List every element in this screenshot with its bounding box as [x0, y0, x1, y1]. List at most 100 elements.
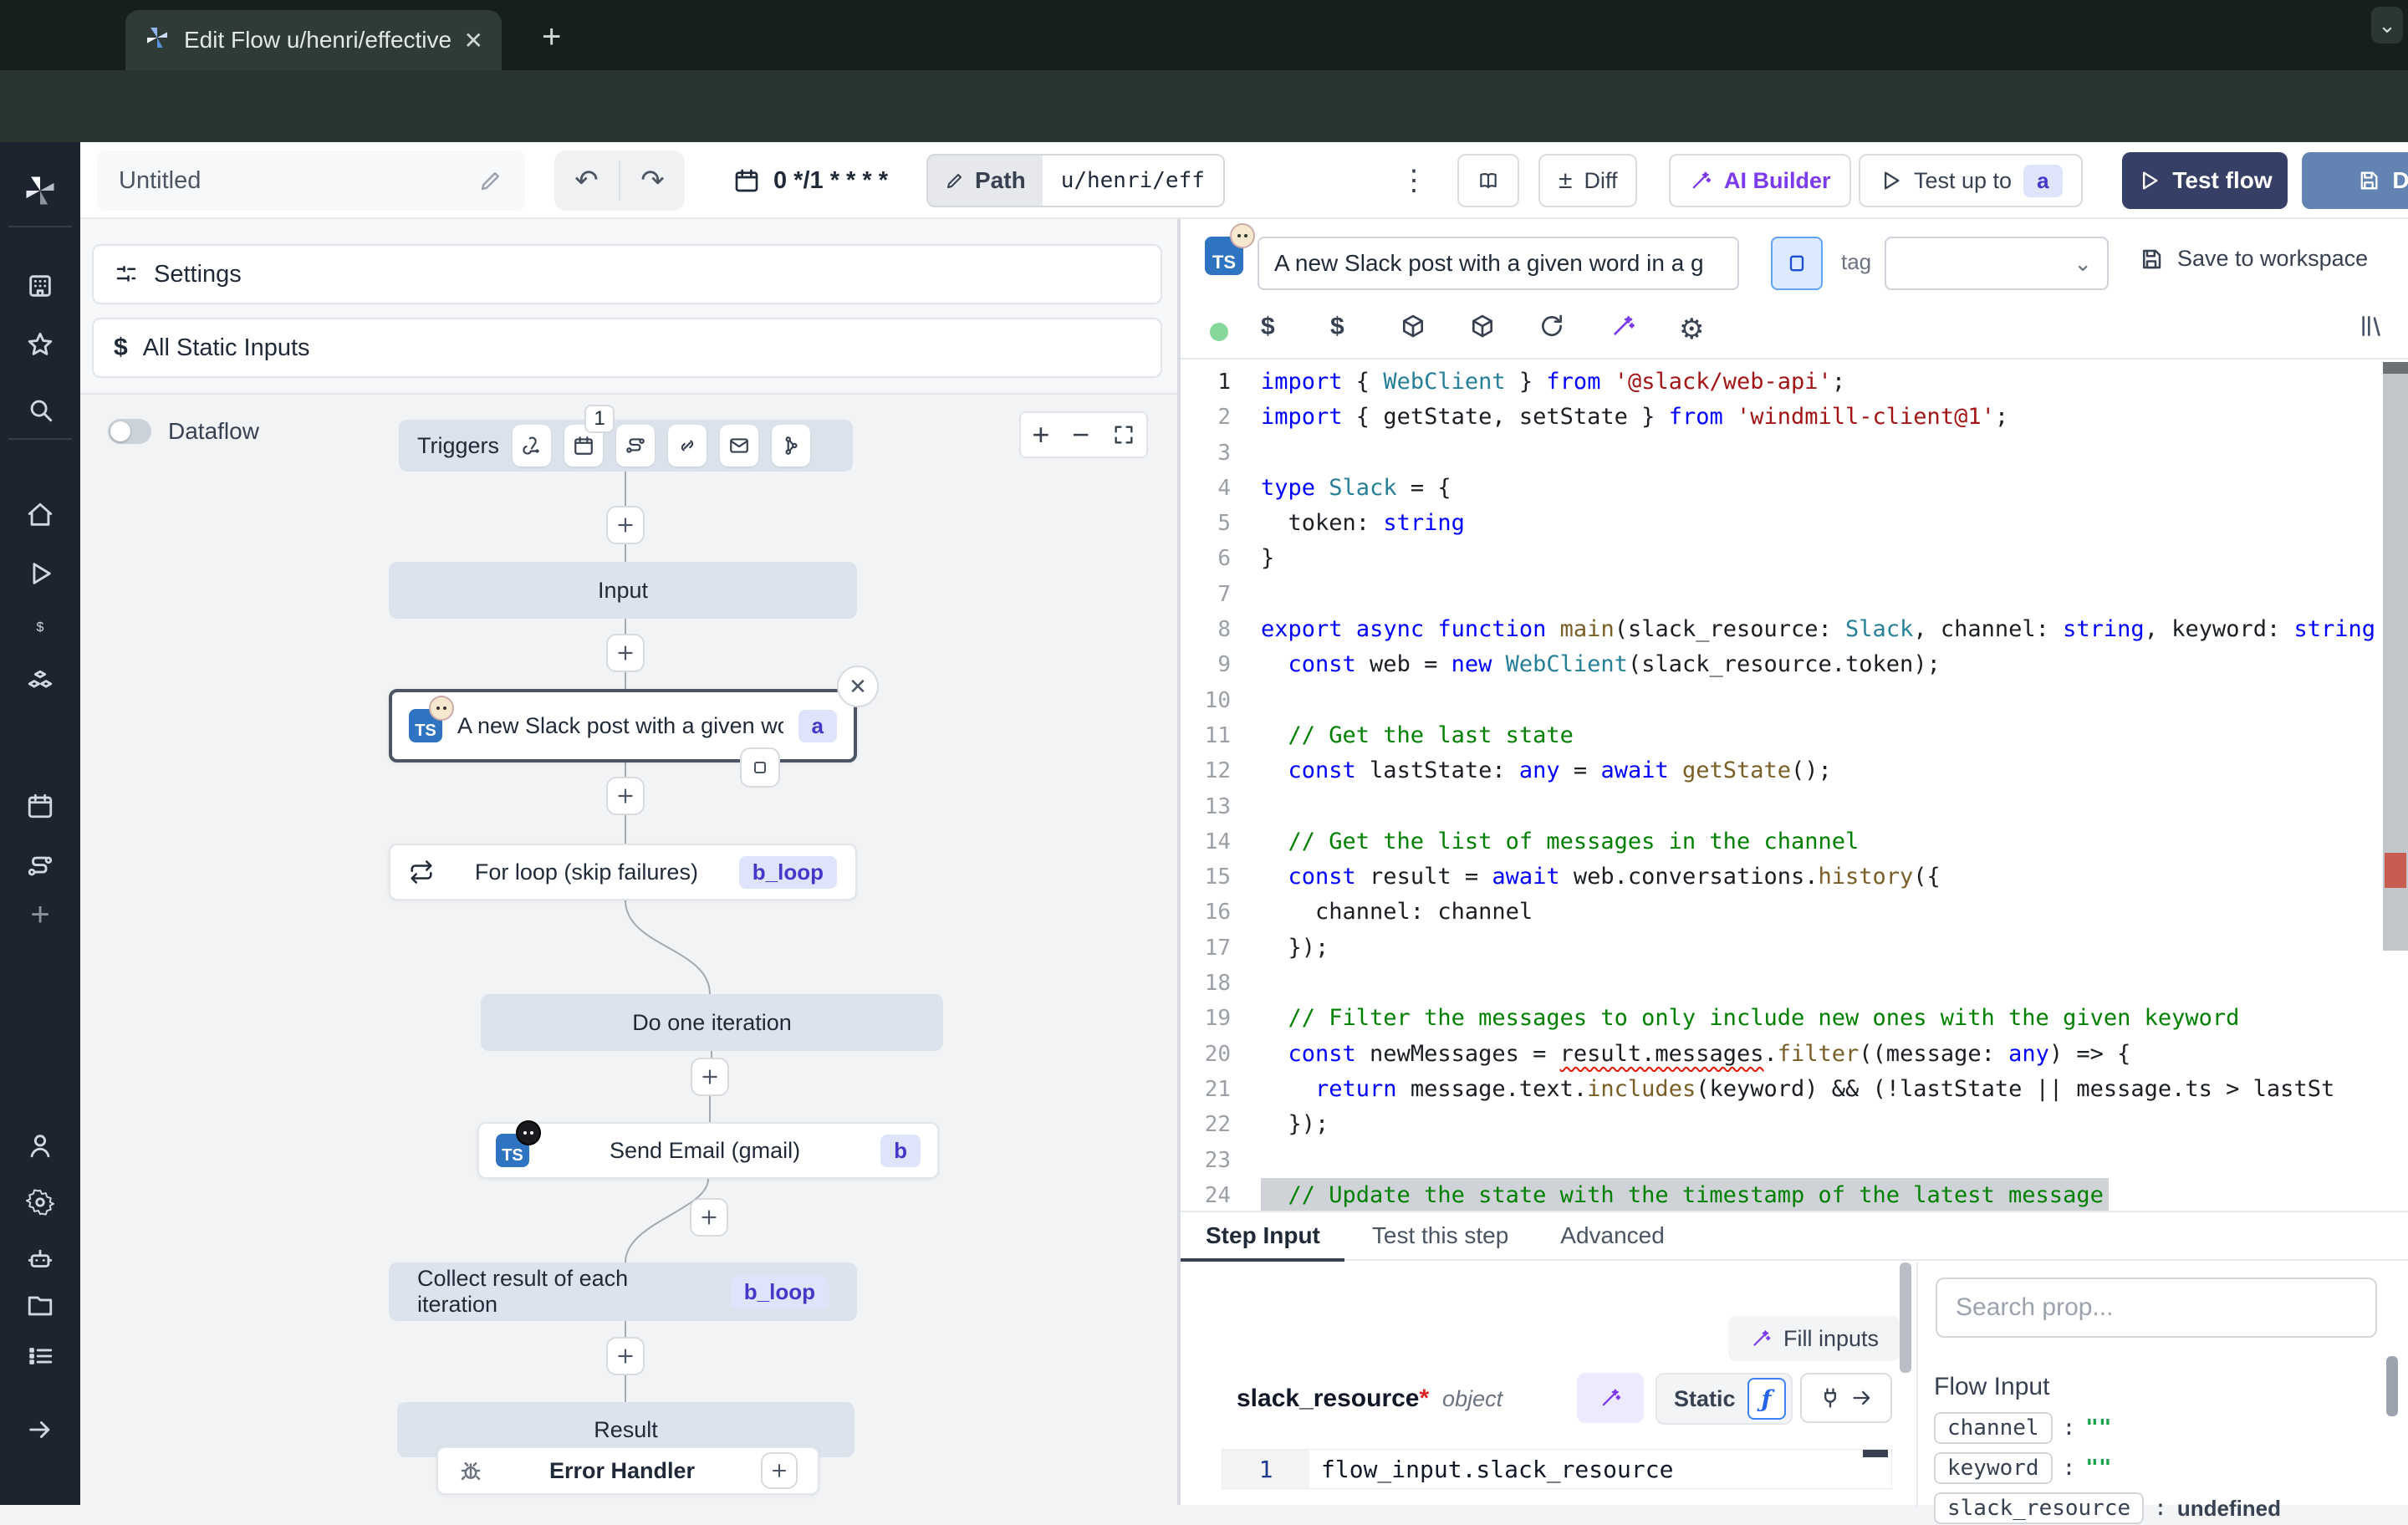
code-line[interactable]: 9 const web = new WebClient(slack_resour… — [1181, 647, 2408, 682]
code-line[interactable]: 2import { getState, setState } from 'win… — [1181, 400, 2408, 435]
add-step-button[interactable] — [606, 777, 645, 815]
stop-after-step-icon[interactable] — [740, 747, 780, 788]
code-line[interactable]: 22 }); — [1181, 1107, 2408, 1142]
windmill-logo-icon[interactable] — [0, 167, 80, 214]
email-trigger-icon[interactable] — [720, 425, 758, 467]
add-step-button[interactable] — [606, 1337, 645, 1375]
diff-button[interactable]: ± Diff — [1538, 154, 1637, 207]
fit-view-icon[interactable] — [1112, 423, 1135, 446]
tab-step-input[interactable]: Step Input — [1206, 1222, 1320, 1249]
add-error-handler-icon[interactable] — [761, 1452, 798, 1489]
step-mode-button[interactable] — [1771, 237, 1823, 290]
all-static-inputs-button[interactable]: $ All Static Inputs — [92, 318, 1162, 378]
sidebar-item-workspace[interactable] — [0, 263, 80, 309]
dataflow-toggle[interactable] — [108, 419, 151, 444]
sidebar-item-search[interactable] — [0, 386, 80, 433]
email-step-node[interactable]: TS Send Email (gmail) b — [477, 1122, 939, 1179]
prop-row[interactable]: keyword: "" — [1934, 1451, 2112, 1485]
code-line[interactable]: 10 — [1181, 683, 2408, 718]
code-line[interactable]: 5 token: string — [1181, 506, 2408, 541]
code-line[interactable]: 24 // Update the state with the timestam… — [1181, 1178, 2408, 1211]
add-step-button[interactable] — [606, 506, 645, 544]
static-toggle[interactable]: Static ƒ — [1656, 1373, 1793, 1425]
sidebar-item-variables[interactable]: $ — [0, 604, 80, 651]
add-step-button[interactable] — [690, 1198, 728, 1237]
ai-builder-button[interactable]: AI Builder — [1669, 154, 1851, 207]
add-step-button[interactable] — [691, 1058, 729, 1096]
triggers-node[interactable]: Triggers 1 — [399, 420, 853, 472]
draft-button[interactable]: Draft — [2302, 152, 2408, 209]
code-line[interactable]: 7 — [1181, 577, 2408, 612]
code-line[interactable]: 21 return message.text.includes(keyword)… — [1181, 1072, 2408, 1107]
code-editor[interactable]: 1import { WebClient } from '@slack/web-a… — [1181, 361, 2408, 1211]
search-prop-input[interactable]: Search prop... — [1936, 1278, 2377, 1338]
flow-name-field[interactable]: Untitled — [97, 150, 525, 211]
zoom-out-icon[interactable]: − — [1072, 417, 1089, 452]
sidebar-item-schedules[interactable] — [0, 783, 80, 829]
slack-step-node[interactable]: TS A new Slack post with a given wor... … — [389, 689, 857, 762]
sidebar-item-home[interactable] — [0, 492, 80, 538]
fill-inputs-button[interactable]: Fill inputs — [1728, 1316, 1900, 1361]
error-handler-node[interactable]: Error Handler — [436, 1446, 819, 1495]
webhook-trigger-icon[interactable] — [513, 425, 551, 467]
package-icon[interactable] — [1469, 313, 1496, 339]
browser-tab[interactable]: Edit Flow u/henri/effective_un ✕ — [125, 10, 502, 70]
ai-assist-icon[interactable] — [1610, 313, 1636, 339]
connect-input-button[interactable] — [1800, 1373, 1892, 1423]
code-line[interactable]: 11 // Get the last state — [1181, 718, 2408, 753]
code-line[interactable]: 18 — [1181, 966, 2408, 1001]
sidebar-item-folders[interactable] — [0, 1283, 80, 1329]
code-line[interactable]: 1import { WebClient } from '@slack/web-a… — [1181, 365, 2408, 400]
tag-select[interactable]: ⌄ — [1885, 237, 2109, 290]
code-line[interactable]: 14 // Get the list of messages in the ch… — [1181, 824, 2408, 859]
library-icon[interactable] — [2358, 313, 2385, 339]
help-link[interactable]: Help ⌄ — [1795, 1503, 1870, 1507]
sidebar-item-ai[interactable] — [0, 1236, 80, 1283]
code-line[interactable]: 4type Slack = { — [1181, 471, 2408, 506]
sidebar-item-runs[interactable] — [0, 550, 80, 597]
edit-pencil-icon[interactable] — [478, 168, 503, 193]
settings-button[interactable]: Settings — [92, 244, 1162, 304]
save-to-workspace-button[interactable]: Save to workspace — [2139, 246, 2368, 272]
tab-test-this-step[interactable]: Test this step — [1372, 1222, 1508, 1249]
schedule-trigger-icon[interactable]: 1 — [564, 425, 603, 467]
function-mode-icon[interactable]: ƒ — [1747, 1378, 1786, 1420]
sidebar-item-settings[interactable] — [0, 1179, 80, 1226]
code-line[interactable]: 6} — [1181, 541, 2408, 576]
prop-row[interactable]: channel: "" — [1934, 1411, 2112, 1445]
test-flow-button[interactable]: Test flow — [2122, 152, 2288, 209]
prop-row[interactable]: slack_resource: undefined — [1934, 1492, 2281, 1525]
code-line[interactable]: 23 — [1181, 1143, 2408, 1178]
ai-fill-button[interactable] — [1577, 1373, 1644, 1423]
code-line[interactable]: 20 const newMessages = result.messages.f… — [1181, 1037, 2408, 1072]
path-chip[interactable]: Path u/henri/eff — [926, 154, 1225, 207]
schedule-cron[interactable]: 0 */1 * * * * — [733, 154, 888, 207]
code-line[interactable]: 19 // Filter the messages to only includ… — [1181, 1001, 2408, 1036]
code-line[interactable]: 16 channel: channel — [1181, 895, 2408, 930]
sidebar-item-user[interactable] — [0, 1122, 80, 1169]
code-line[interactable]: 8export async function main(slack_resour… — [1181, 612, 2408, 647]
section-scrollbar[interactable] — [1900, 1262, 1911, 1373]
sidebar-item-resources[interactable] — [0, 659, 80, 706]
step-name-input[interactable]: A new Slack post with a given word in a … — [1258, 237, 1739, 290]
more-options-icon[interactable]: ⋮ — [1400, 164, 1428, 197]
kafka-trigger-icon[interactable] — [772, 425, 810, 467]
tab-advanced[interactable]: Advanced — [1560, 1222, 1665, 1249]
delete-step-icon[interactable]: ✕ — [837, 666, 879, 707]
variables-icon[interactable]: $ — [1261, 313, 1275, 341]
sidebar-expand-icon[interactable] — [0, 1406, 80, 1453]
tab-close-icon[interactable]: ✕ — [464, 27, 483, 54]
sidebar-item-routes[interactable] — [0, 843, 80, 890]
resources-icon[interactable]: $ — [1330, 313, 1344, 341]
code-line[interactable]: 12 const lastState: any = await getState… — [1181, 753, 2408, 788]
sidebar-item-add[interactable]: + — [0, 891, 80, 938]
undo-icon[interactable]: ↶ — [554, 164, 619, 197]
settings-gear-icon[interactable]: ⚙ — [1679, 313, 1704, 346]
test-up-to-button[interactable]: Test up to a — [1859, 154, 2083, 207]
collect-result-node[interactable]: Collect result of each iteration b_loop — [389, 1262, 857, 1321]
expression-editor[interactable]: 1 flow_input.slack_resource — [1222, 1449, 1892, 1489]
do-one-iteration-node[interactable]: Do one iteration — [481, 994, 943, 1051]
sidebar-item-favorites[interactable] — [0, 321, 80, 368]
docs-button[interactable] — [1457, 154, 1519, 207]
forloop-node[interactable]: For loop (skip failures) b_loop — [389, 844, 857, 900]
